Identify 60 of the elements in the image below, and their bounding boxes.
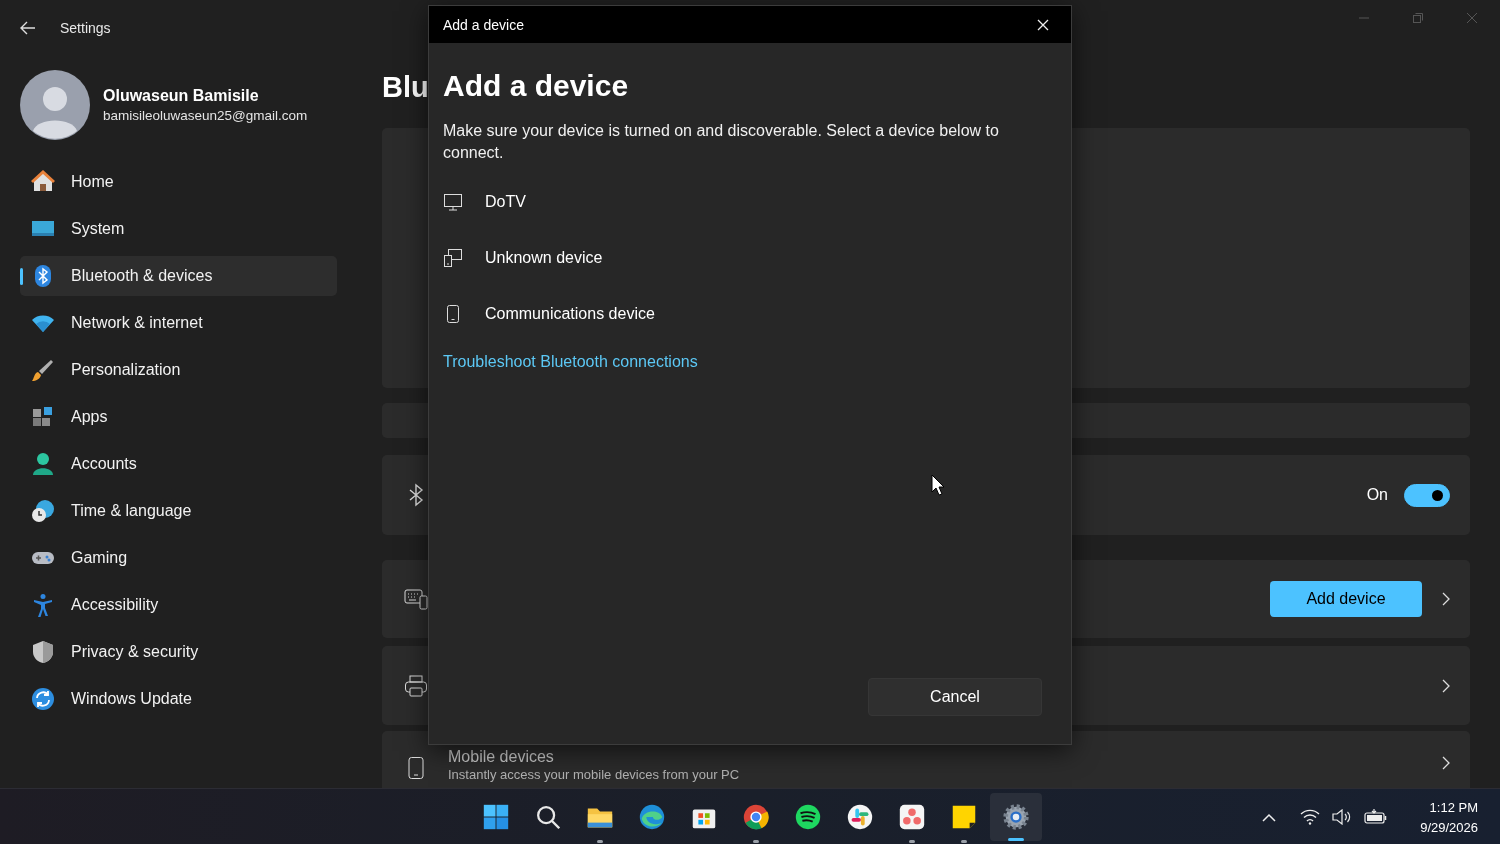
card-title: Mobile devices bbox=[448, 748, 555, 766]
cancel-button[interactable]: Cancel bbox=[868, 678, 1042, 716]
mouse-pointer-icon bbox=[931, 474, 945, 496]
clock-time[interactable]: 1:12 PM bbox=[1429, 799, 1478, 815]
avatar bbox=[19, 69, 91, 141]
dialog-caption: Add a device bbox=[443, 16, 524, 33]
toggle-label: On bbox=[1366, 486, 1388, 504]
page-title: Blu bbox=[382, 71, 429, 104]
device-item[interactable]: DoTV bbox=[443, 190, 1057, 214]
sidebar-item[interactable]: Home bbox=[20, 162, 337, 202]
devices-icon bbox=[443, 248, 463, 268]
device-item[interactable]: Communications device bbox=[443, 302, 1057, 326]
sidebar-item[interactable]: Apps bbox=[20, 397, 337, 437]
sidebar-item[interactable]: Personalization bbox=[20, 350, 337, 390]
chevron-right-icon[interactable] bbox=[1442, 592, 1450, 606]
user-email: bamisileoluwaseun25@gmail.com bbox=[103, 108, 308, 123]
dialog-description: Make sure your device is turned on and discoverable. Select a device below to connect. bbox=[443, 121, 1000, 163]
chevron-up-icon[interactable] bbox=[1262, 812, 1277, 822]
apps-icon bbox=[31, 405, 55, 429]
sidebar-item[interactable]: Windows Update bbox=[20, 679, 337, 719]
taskbar-button[interactable] bbox=[990, 793, 1042, 841]
battery-icon[interactable] bbox=[1364, 809, 1389, 825]
chrome-icon[interactable] bbox=[741, 802, 771, 832]
dots-icon[interactable] bbox=[897, 802, 927, 832]
dialog-title: Add a device bbox=[443, 69, 630, 103]
sidebar-item[interactable]: Bluetooth & devices bbox=[20, 256, 337, 296]
wifi-icon[interactable] bbox=[1300, 809, 1321, 825]
selection-indicator bbox=[20, 268, 23, 285]
sidebar-item[interactable]: Privacy & security bbox=[20, 632, 337, 672]
sidebar-item[interactable]: Gaming bbox=[20, 538, 337, 578]
back-icon[interactable] bbox=[20, 21, 36, 35]
add-device-button[interactable]: Add device bbox=[1270, 581, 1422, 617]
gear-icon[interactable] bbox=[1001, 802, 1031, 832]
house-icon bbox=[31, 170, 55, 194]
shield-icon bbox=[31, 640, 55, 664]
chevron-right-icon[interactable] bbox=[1442, 678, 1450, 693]
accessibility-icon bbox=[31, 593, 55, 617]
brush-icon bbox=[31, 358, 55, 382]
window-title: Settings bbox=[60, 20, 111, 36]
volume-icon[interactable] bbox=[1332, 809, 1353, 825]
chevron-right-icon[interactable] bbox=[1442, 756, 1450, 770]
browser-icon[interactable] bbox=[637, 802, 667, 832]
sidebar-item[interactable]: Time & language bbox=[20, 491, 337, 531]
update-icon bbox=[31, 687, 55, 711]
user-name: Oluwaseun Bamisile bbox=[103, 87, 260, 105]
monitor-icon bbox=[443, 192, 463, 212]
clock-icon bbox=[31, 499, 55, 523]
sidebar-item[interactable]: Network & internet bbox=[20, 303, 337, 343]
windows-icon[interactable] bbox=[481, 802, 511, 832]
card-subtitle: Instantly access your mobile devices from your PC bbox=[448, 767, 741, 782]
toggle-switch[interactable] bbox=[1404, 483, 1450, 507]
person-icon bbox=[31, 452, 55, 476]
sidebar-item[interactable]: System bbox=[20, 209, 337, 249]
sidebar-item[interactable]: Accessibility bbox=[20, 585, 337, 625]
device-item[interactable]: Unknown device bbox=[443, 246, 1057, 270]
clock-date[interactable]: 9/29/2026 bbox=[1420, 819, 1478, 835]
spotify-icon[interactable] bbox=[793, 802, 823, 832]
sidebar-item[interactable]: Accounts bbox=[20, 444, 337, 484]
troubleshoot-link[interactable]: Troubleshoot Bluetooth connections bbox=[443, 353, 1057, 371]
slack-icon[interactable] bbox=[845, 802, 875, 832]
